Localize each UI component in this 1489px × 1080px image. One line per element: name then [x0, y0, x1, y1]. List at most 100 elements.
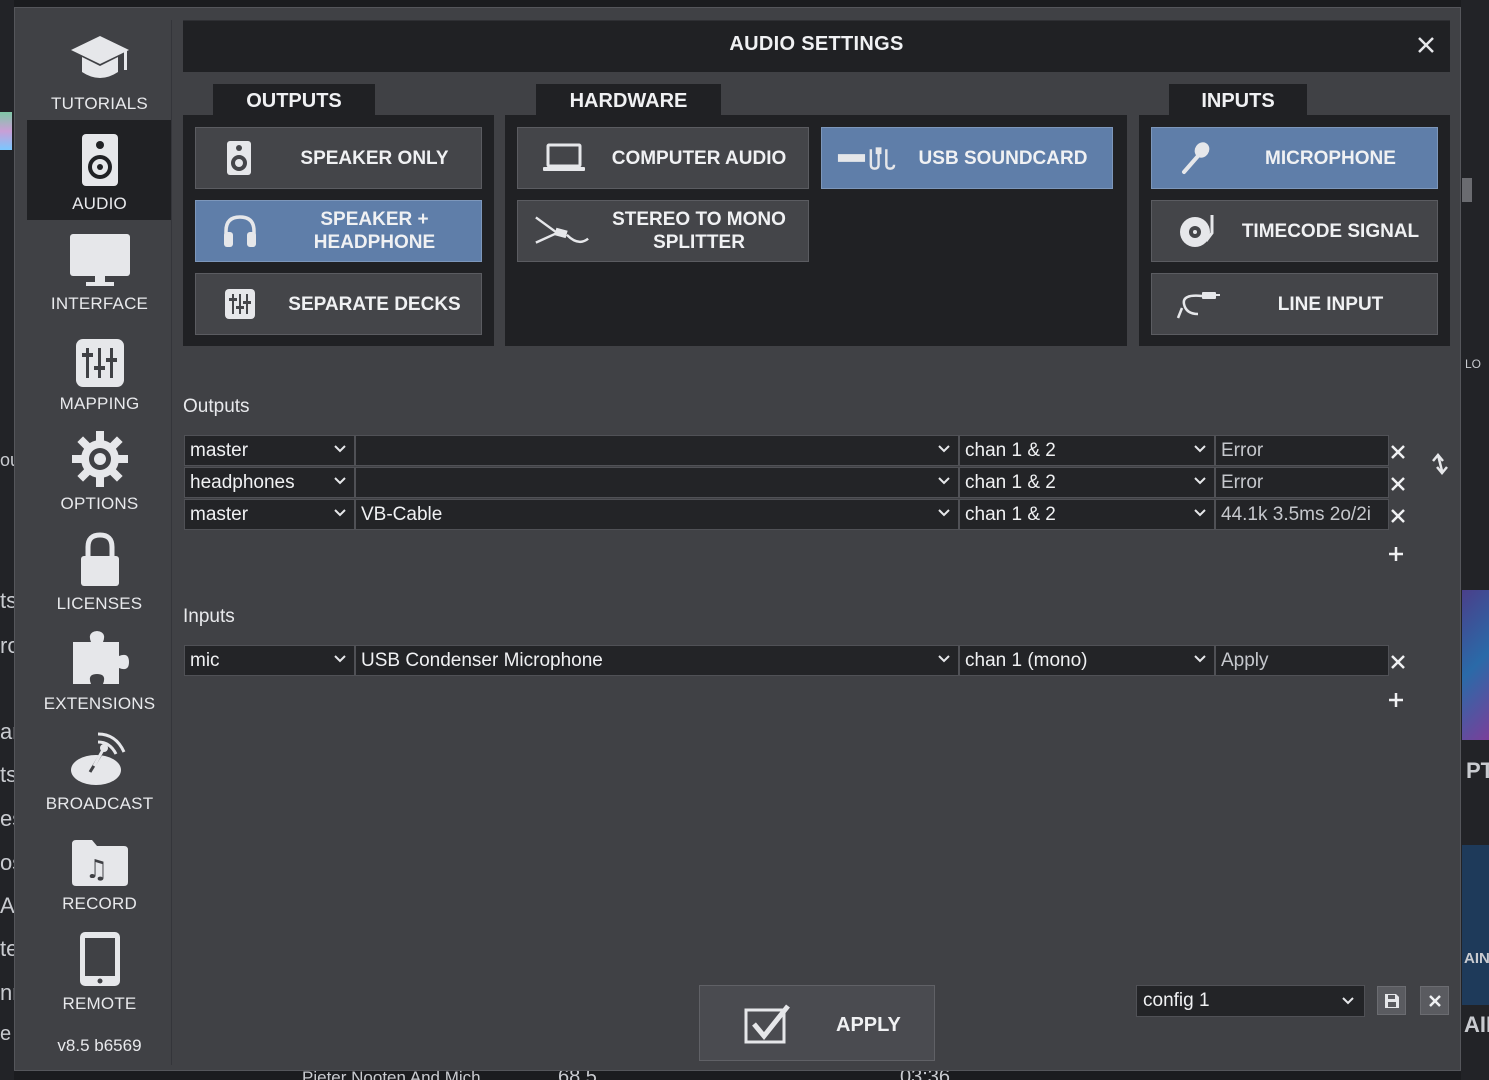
reorder-arrows-icon[interactable]	[1429, 451, 1451, 477]
output-chan-select[interactable]: chan 1 & 2	[959, 435, 1215, 466]
mixer-sliders-icon	[75, 339, 124, 387]
save-config-button[interactable]	[1377, 986, 1406, 1015]
audio-settings-window: TUTORIALS AUDIO INTERFACE MAPPING OPTION…	[14, 7, 1461, 1071]
output-channel-select[interactable]: master	[184, 499, 355, 530]
sidebar-item-options[interactable]: OPTIONS	[27, 420, 172, 520]
select-value: USB Condenser Microphone	[361, 649, 603, 671]
option-label: LINE INPUT	[1277, 293, 1384, 315]
tablet-icon	[79, 932, 120, 986]
music-folder-icon: ♫	[71, 840, 128, 886]
output-chan-select[interactable]: chan 1 & 2	[959, 467, 1215, 498]
computer-audio-button[interactable]: COMPUTER AUDIO	[517, 127, 809, 189]
input-chan-select[interactable]: chan 1 (mono)	[959, 645, 1215, 676]
sidebar-item-remote[interactable]: REMOTE	[27, 920, 172, 1020]
stereo-to-mono-splitter-button[interactable]: STEREO TO MONO SPLITTER	[517, 200, 809, 262]
speaker-icon	[227, 141, 251, 175]
satellite-dish-icon	[70, 732, 125, 785]
background-artwork	[1462, 590, 1489, 740]
select-value: chan 1 & 2	[965, 471, 1056, 493]
version-label: v8.5 b6569	[57, 1036, 142, 1055]
output-device-select[interactable]	[355, 467, 959, 498]
option-label: USB SOUNDCARD	[918, 147, 1088, 169]
background-left-frag: e	[0, 1023, 12, 1045]
add-input-icon[interactable]	[1387, 691, 1405, 709]
sidebar-item-mapping[interactable]: MAPPING	[27, 320, 172, 420]
add-output-icon[interactable]	[1387, 545, 1405, 563]
remove-row-icon[interactable]	[1390, 508, 1406, 524]
option-label: SEPARATE DECKS	[288, 293, 461, 315]
select-value: master	[190, 439, 249, 461]
output-device-select[interactable]: VB-Cable	[355, 499, 959, 530]
output-channel-select[interactable]: headphones	[184, 467, 355, 498]
output-channel-select[interactable]: master	[184, 435, 355, 466]
option-label: SPEAKER ONLY	[300, 147, 449, 169]
apply-button[interactable]: APPLY	[699, 985, 935, 1061]
output-device-select[interactable]	[355, 435, 959, 466]
window-title: AUDIO SETTINGS	[729, 33, 904, 55]
background-waveform	[0, 112, 12, 150]
config-select[interactable]: config 1	[1136, 985, 1365, 1017]
input-channel-select[interactable]: mic	[184, 645, 355, 676]
sidebar-item-audio[interactable]: AUDIO	[27, 120, 172, 220]
timecode-signal-button[interactable]: TIMECODE SIGNAL	[1151, 200, 1438, 262]
close-icon[interactable]	[1416, 35, 1436, 55]
sidebar-item-label: REMOTE	[62, 994, 137, 1013]
chevron-down-icon	[938, 509, 950, 517]
tab-hardware: HARDWARE	[536, 84, 721, 118]
sidebar-item-record[interactable]: ♫ RECORD	[27, 820, 172, 920]
remove-row-icon[interactable]	[1390, 476, 1406, 492]
background-label-ain: AIN	[1464, 950, 1489, 967]
screen: LO PT AIN AIN Pieter Nooten And Mich 68.…	[0, 0, 1489, 1080]
line-input-button[interactable]: LINE INPUT	[1151, 273, 1438, 335]
option-label-line: SPLITTER	[653, 232, 745, 253]
sidebar-item-licenses[interactable]: LICENSES	[27, 520, 172, 620]
padlock-icon	[80, 532, 119, 586]
headphones-icon	[224, 215, 256, 247]
output-status: Error	[1215, 435, 1389, 466]
svg-text:♫: ♫	[85, 855, 108, 885]
checkbox-icon	[744, 1004, 790, 1044]
chevron-down-icon	[1342, 997, 1354, 1005]
remove-row-icon[interactable]	[1390, 654, 1406, 670]
turntable-record-icon	[1180, 215, 1214, 247]
background-scroll-thumb	[1462, 178, 1472, 202]
background-label-pt: PT	[1466, 758, 1489, 783]
microphone-button[interactable]: MICROPHONE	[1151, 127, 1438, 189]
select-value: VB-Cable	[361, 503, 443, 525]
sidebar-item-interface[interactable]: INTERFACE	[27, 220, 172, 320]
output-status: Error	[1215, 467, 1389, 498]
mixer-icon	[225, 289, 255, 319]
sidebar-item-broadcast[interactable]: BROADCAST	[27, 720, 172, 820]
remove-row-icon[interactable]	[1390, 444, 1406, 460]
splitter-cable-icon	[535, 216, 589, 244]
separate-decks-button[interactable]: SEPARATE DECKS	[195, 273, 482, 335]
graduation-cap-icon	[70, 36, 129, 78]
output-chan-select[interactable]: chan 1 & 2	[959, 499, 1215, 530]
speaker-headphone-button[interactable]: SPEAKER + HEADPHONE	[195, 200, 482, 262]
select-value: chan 1 & 2	[965, 503, 1056, 525]
gear-icon	[71, 431, 128, 487]
usb-soundcard-icon	[837, 147, 896, 170]
microphone-icon	[1182, 142, 1210, 174]
background-label-lo: LO	[1465, 357, 1482, 371]
speaker-only-button[interactable]: SPEAKER ONLY	[195, 127, 482, 189]
select-value: chan 1 (mono)	[965, 649, 1088, 671]
output-status: 44.1k 3.5ms 2o/2i	[1215, 499, 1389, 530]
speaker-icon	[81, 134, 118, 186]
background-left-frag: A	[0, 893, 15, 918]
chevron-down-icon	[1194, 477, 1206, 485]
outputs-section-label: Outputs	[183, 396, 250, 417]
delete-config-button[interactable]	[1420, 986, 1449, 1015]
sidebar-item-label: OPTIONS	[60, 494, 139, 513]
usb-soundcard-button[interactable]: USB SOUNDCARD	[821, 127, 1113, 189]
close-icon	[1428, 994, 1441, 1007]
puzzle-piece-icon	[72, 631, 129, 684]
sidebar-item-label: TUTORIALS	[51, 94, 148, 113]
sidebar-item-extensions[interactable]: EXTENSIONS	[27, 620, 172, 720]
option-label: STEREO TO MONO SPLITTER	[598, 201, 800, 261]
sidebar-item-tutorials[interactable]: TUTORIALS	[27, 20, 172, 120]
sidebar-item-label: BROADCAST	[45, 794, 154, 813]
input-device-select[interactable]: USB Condenser Microphone	[355, 645, 959, 676]
select-value: headphones	[190, 471, 295, 493]
background-panel	[1462, 845, 1489, 1005]
